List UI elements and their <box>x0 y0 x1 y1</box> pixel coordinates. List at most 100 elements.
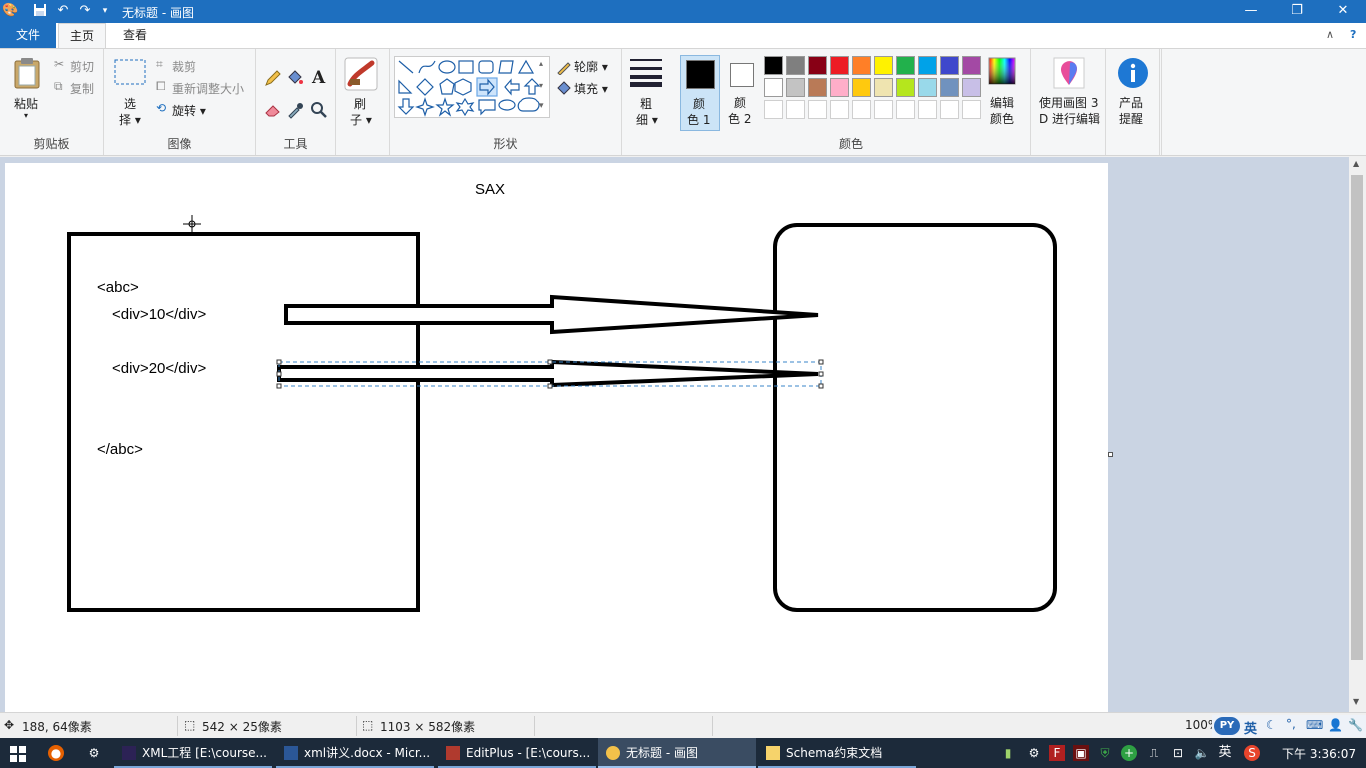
line-size-icon[interactable] <box>630 59 662 87</box>
fill-bucket-icon[interactable] <box>286 69 304 87</box>
ime-user-icon[interactable]: 👤 <box>1328 718 1343 732</box>
paste-dropdown-icon[interactable]: ▾ <box>24 111 28 120</box>
palette-color-swatch[interactable] <box>808 78 827 97</box>
ime-logo-icon[interactable]: PY <box>1214 717 1240 735</box>
battery-icon[interactable]: ▮ <box>1000 745 1016 761</box>
paint3d-icon[interactable] <box>1053 57 1085 89</box>
palette-color-swatch[interactable] <box>764 78 783 97</box>
palette-color-swatch[interactable] <box>918 78 937 97</box>
palette-color-swatch[interactable] <box>962 78 981 97</box>
color2-button[interactable]: 颜 色 2 <box>722 55 762 131</box>
clock[interactable]: 下午 3:36:07 <box>1282 745 1356 762</box>
tray-red-icon[interactable]: ▣ <box>1073 745 1089 761</box>
copy-button[interactable]: 复制 <box>70 80 94 97</box>
tab-home[interactable]: 主页 <box>58 23 106 48</box>
collapse-ribbon-icon[interactable]: ∧ <box>1326 28 1334 41</box>
palette-color-swatch[interactable] <box>830 78 849 97</box>
palette-color-swatch[interactable] <box>962 56 981 75</box>
volume-icon[interactable]: 🔈 <box>1194 745 1210 761</box>
palette-color-swatch[interactable] <box>808 56 827 75</box>
outline-button[interactable]: 轮廓 ▾ <box>574 58 608 75</box>
palette-color-swatch[interactable] <box>874 56 893 75</box>
palette-color-swatch[interactable] <box>852 56 871 75</box>
size-dropdown[interactable]: 细 ▾ <box>636 111 658 128</box>
canvas-resize-handle[interactable] <box>1108 452 1113 457</box>
firefox-icon[interactable]: ● <box>48 745 64 761</box>
undo-icon[interactable]: ↶ <box>55 3 71 19</box>
palette-color-swatch[interactable] <box>830 56 849 75</box>
palette-color-swatch[interactable] <box>786 56 805 75</box>
palette-color-swatch[interactable] <box>896 100 915 119</box>
palette-color-swatch[interactable] <box>764 100 783 119</box>
input-language[interactable]: 英 <box>1217 745 1233 761</box>
info-icon[interactable] <box>1117 57 1149 89</box>
sogou-icon[interactable]: S <box>1244 745 1260 761</box>
security-shield-icon[interactable]: ⛨ <box>1097 745 1113 761</box>
network-icon[interactable]: ⊡ <box>1170 745 1186 761</box>
ime-moon-icon[interactable]: ☾ <box>1266 718 1277 732</box>
text-tool-button[interactable]: A <box>312 68 325 88</box>
close-button[interactable]: ✕ <box>1320 0 1366 23</box>
palette-color-swatch[interactable] <box>808 100 827 119</box>
brush-icon[interactable] <box>344 57 378 91</box>
maximize-button[interactable]: ❐ <box>1274 0 1320 23</box>
magnifier-icon[interactable] <box>310 101 328 119</box>
paste-icon[interactable] <box>12 57 42 89</box>
drawing-canvas[interactable]: SAX <abc> <div>10</div> <div>20</div> </… <box>5 163 1108 712</box>
windows-start-icon[interactable] <box>10 746 26 762</box>
palette-color-swatch[interactable] <box>918 56 937 75</box>
tray-green-icon[interactable]: + <box>1121 745 1137 761</box>
tray-app-icon[interactable]: ⚙ <box>1026 745 1042 761</box>
pinned-app-icon[interactable]: ⚙ <box>86 745 102 761</box>
usb-icon[interactable]: ⎍ <box>1146 745 1162 761</box>
scrollbar-thumb[interactable] <box>1351 175 1363 660</box>
redo-icon[interactable]: ↷ <box>77 3 93 19</box>
palette-color-swatch[interactable] <box>940 56 959 75</box>
palette-color-swatch[interactable] <box>786 78 805 97</box>
crop-button[interactable]: 裁剪 <box>172 58 196 75</box>
save-icon[interactable] <box>32 3 48 19</box>
taskbar-item-paint[interactable]: 无标题 - 画图 <box>598 738 756 768</box>
palette-color-swatch[interactable] <box>940 78 959 97</box>
select-icon[interactable] <box>114 59 146 85</box>
taskbar-item-xml-project[interactable]: XML工程 [E:\course... <box>114 738 272 768</box>
brushes-dropdown[interactable]: 子 ▾ <box>350 111 372 128</box>
ime-settings-icon[interactable]: 🔧 <box>1348 718 1363 732</box>
edit-colors-label-top[interactable]: 编辑 <box>990 94 1014 111</box>
taskbar-item-schema-folder[interactable]: Schema约束文档 <box>758 738 916 768</box>
palette-color-swatch[interactable] <box>852 100 871 119</box>
palette-color-swatch[interactable] <box>830 100 849 119</box>
shapes-scroll-up-icon[interactable]: ▴ <box>539 59 543 68</box>
palette-color-swatch[interactable] <box>874 78 893 97</box>
palette-color-swatch[interactable] <box>764 56 783 75</box>
palette-color-swatch[interactable] <box>786 100 805 119</box>
resize-button[interactable]: 重新调整大小 <box>172 80 244 97</box>
rotate-button[interactable]: 旋转 ▾ <box>172 102 206 119</box>
product-label-top[interactable]: 产品 <box>1119 94 1143 111</box>
tab-file[interactable]: 文件 <box>0 23 56 48</box>
select-dropdown[interactable]: 择 ▾ <box>119 111 141 128</box>
shapes-gallery-icons[interactable] <box>395 57 551 119</box>
eraser-icon[interactable] <box>264 101 282 119</box>
minimize-button[interactable]: — <box>1228 0 1274 23</box>
shapes-more-icon[interactable]: ▾ <box>539 101 544 111</box>
customize-qat-icon[interactable]: ▾ <box>97 3 113 19</box>
paint3d-label-bottom[interactable]: D 进行编辑 <box>1039 110 1100 127</box>
ime-language[interactable]: 英 <box>1244 718 1257 737</box>
shapes-scroll-down-icon[interactable]: ▾ <box>539 81 543 90</box>
palette-color-swatch[interactable] <box>852 78 871 97</box>
palette-color-swatch[interactable] <box>896 78 915 97</box>
paste-button[interactable]: 粘贴 <box>14 95 38 112</box>
palette-color-swatch[interactable] <box>874 100 893 119</box>
taskbar-item-editplus[interactable]: EditPlus - [E:\cours... <box>438 738 596 768</box>
palette-color-swatch[interactable] <box>896 56 915 75</box>
palette-color-swatch[interactable] <box>962 100 981 119</box>
size-button[interactable]: 粗 <box>640 95 652 112</box>
tab-view[interactable]: 查看 <box>112 23 158 48</box>
help-icon[interactable]: ? <box>1350 28 1356 41</box>
paint-app-icon[interactable]: 🎨 <box>2 3 18 19</box>
ime-punct-icon[interactable]: °, <box>1286 717 1296 731</box>
canvas-drawing[interactable] <box>5 163 1108 712</box>
brushes-button[interactable]: 刷 <box>354 95 366 112</box>
ime-keyboard-icon[interactable]: ⌨ <box>1306 718 1323 732</box>
